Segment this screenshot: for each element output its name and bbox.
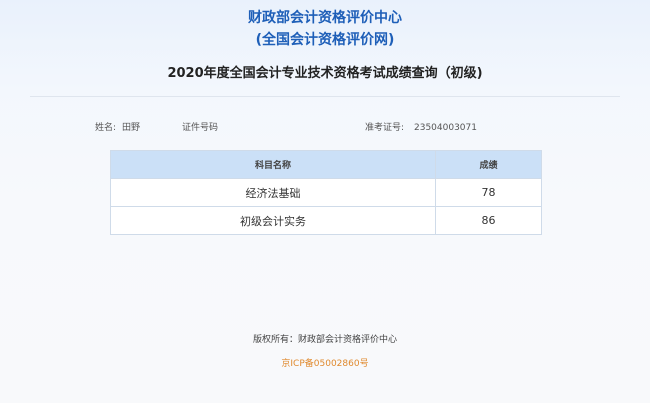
table-row: 经济法基础 78 xyxy=(110,178,542,207)
site-subtitle: (全国会计资格评价网) xyxy=(255,32,395,48)
admission-number-value: 23504003071 xyxy=(414,123,477,133)
candidate-info-row: 姓名: 田野 证件号码 准考证号: 23504003071 xyxy=(0,121,650,135)
footer-icp-link[interactable]: 京ICP备05002860号 xyxy=(0,357,650,371)
table-header-row: 科目名称 成绩 xyxy=(110,150,542,179)
table-row: 初级会计实务 86 xyxy=(110,206,542,235)
admission-number-label: 准考证号: xyxy=(365,123,405,133)
site-title: 财政部会计资格评价中心 xyxy=(248,10,402,26)
name-value: 田野 xyxy=(122,123,141,133)
column-header-score: 成绩 xyxy=(435,150,542,179)
subject-cell: 经济法基础 xyxy=(110,178,436,207)
header-divider xyxy=(30,96,620,97)
subject-cell: 初级会计实务 xyxy=(110,206,436,235)
footer-copyright: 版权所有：财政部会计资格评价中心 xyxy=(252,335,397,345)
name-label: 姓名: xyxy=(95,123,117,133)
score-cell: 86 xyxy=(435,206,542,235)
id-number-label: 证件号码 xyxy=(182,123,219,133)
score-cell: 78 xyxy=(435,178,542,207)
column-header-subject: 科目名称 xyxy=(110,150,436,179)
page-title: 2020年度全国会计专业技术资格考试成绩查询（初级) xyxy=(167,66,483,81)
score-table: 科目名称 成绩 经济法基础 78 初级会计实务 86 xyxy=(110,150,542,235)
